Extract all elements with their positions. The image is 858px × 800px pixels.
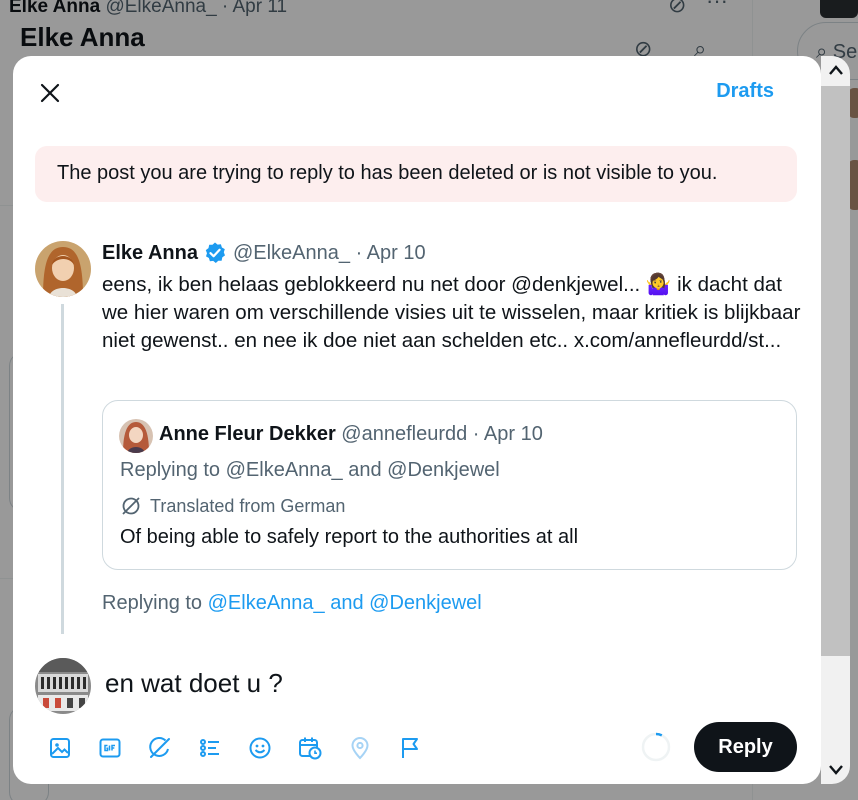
avatar[interactable] — [35, 658, 91, 714]
avatar[interactable] — [35, 241, 91, 297]
chevron-down-icon — [828, 765, 843, 775]
grok-button[interactable] — [135, 728, 185, 768]
thread-connector — [61, 304, 64, 634]
gif-icon — [99, 738, 121, 758]
add-media-button[interactable] — [35, 728, 85, 768]
quoted-author-name: Anne Fleur Dekker — [159, 423, 336, 445]
emoji-icon — [249, 737, 271, 759]
schedule-button[interactable] — [285, 728, 335, 768]
replying-to: Replying to @ElkeAnna_ and @Denkjewel — [102, 592, 482, 614]
scroll-down-button[interactable] — [821, 756, 850, 784]
reply-compose-input[interactable] — [105, 668, 705, 699]
post-author-name[interactable]: Elke Anna — [102, 242, 198, 265]
compose-toolbar — [35, 728, 435, 768]
quoted-replying-to: Replying to @ElkeAnna_ and @Denkjewel — [120, 459, 500, 481]
grok-icon — [149, 736, 170, 758]
scroll-up-button[interactable] — [821, 56, 850, 84]
post-text: eens, ik ben helaas geblokkeerd nu net d… — [102, 273, 801, 352]
quoted-post-header: Anne Fleur Dekker @annefleurdd · Apr 10 — [159, 423, 543, 446]
reply-dialog: Drafts The post you are trying to reply … — [13, 56, 821, 784]
drafts-button[interactable]: Drafts — [716, 80, 774, 103]
modal-scrollbar[interactable] — [821, 56, 850, 784]
chevron-up-icon — [828, 65, 843, 75]
translated-label: Translated from German — [120, 495, 345, 517]
location-icon — [351, 737, 369, 760]
deleted-post-alert: The post you are trying to reply to has … — [35, 146, 797, 202]
post-handle-date[interactable]: @ElkeAnna_ · Apr 10 — [233, 242, 426, 265]
reply-button[interactable]: Reply — [694, 722, 797, 772]
image-icon — [50, 738, 70, 758]
grok-icon — [122, 497, 140, 515]
character-count-ring — [641, 732, 671, 762]
verified-badge-icon — [205, 242, 225, 263]
close-icon — [40, 83, 60, 103]
tag-location-button[interactable] — [335, 728, 385, 768]
avatar — [119, 419, 153, 453]
poll-icon — [200, 739, 219, 757]
flag-icon — [402, 738, 418, 758]
post-header: Elke Anna @ElkeAnna_ · Apr 10 — [102, 241, 426, 265]
add-poll-button[interactable] — [185, 728, 235, 768]
scrollbar-thumb[interactable] — [821, 86, 850, 656]
close-button[interactable] — [35, 78, 65, 108]
add-emoji-button[interactable] — [235, 728, 285, 768]
quoted-post[interactable]: Anne Fleur Dekker @annefleurdd · Apr 10 … — [102, 400, 797, 570]
flag-button[interactable] — [385, 728, 435, 768]
add-gif-button[interactable] — [85, 728, 135, 768]
quoted-post-text: Of being able to safely report to the au… — [120, 526, 579, 548]
quoted-handle-date: @annefleurdd · Apr 10 — [341, 423, 543, 445]
replying-to-users-link[interactable]: @ElkeAnna_ and @Denkjewel — [208, 592, 482, 614]
schedule-icon — [299, 737, 322, 760]
